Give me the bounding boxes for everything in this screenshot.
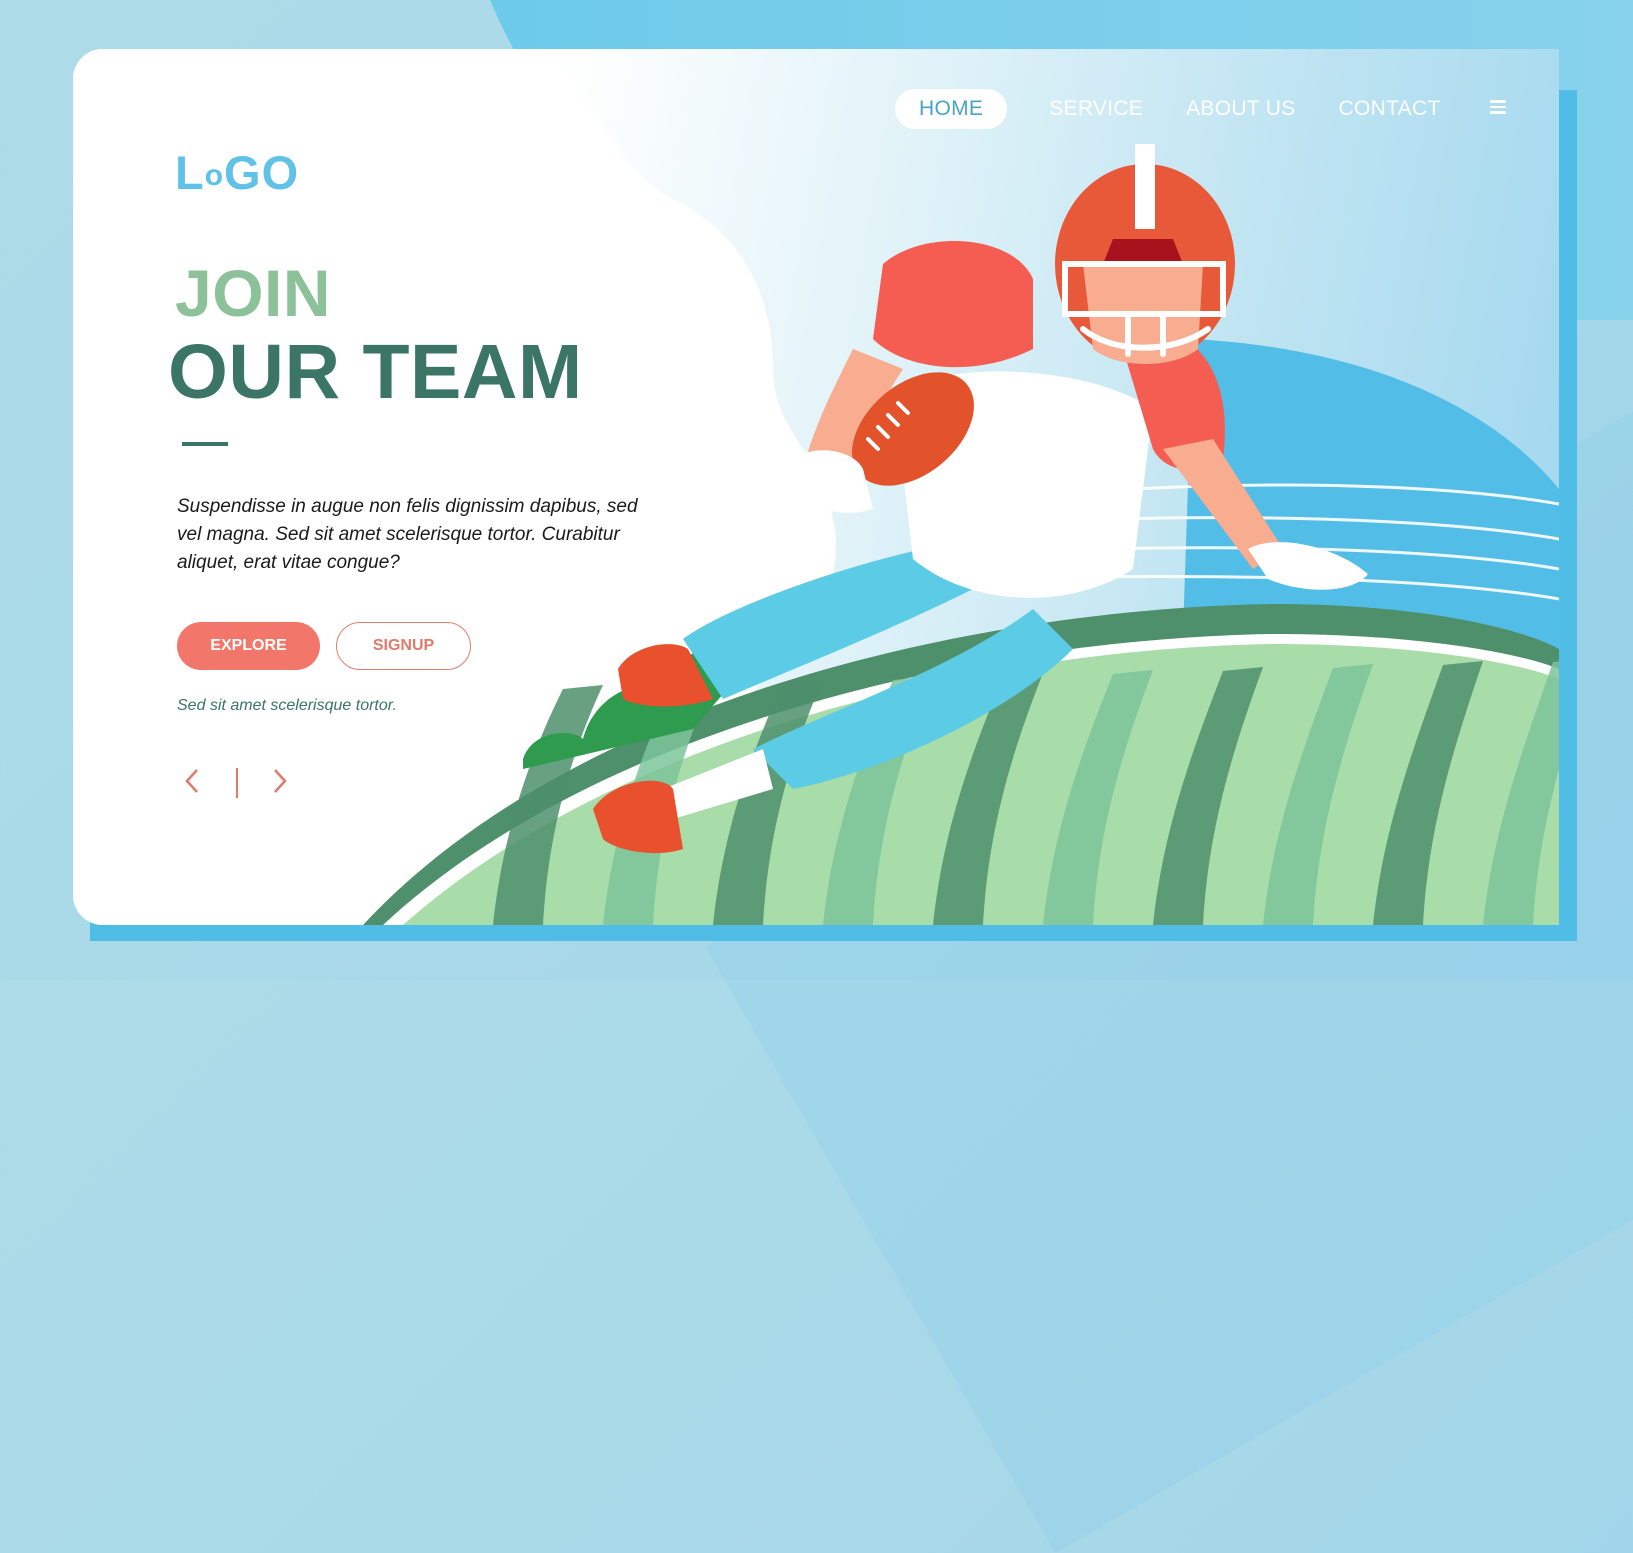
- logo-text: L: [175, 146, 205, 199]
- nav-about-us[interactable]: ABOUT US: [1186, 97, 1295, 121]
- pager-separator: [236, 768, 238, 798]
- hamburger-menu-icon[interactable]: [1490, 100, 1506, 114]
- hero-card: LoGO JOIN OUR TEAM Suspendisse in augue …: [73, 49, 1559, 925]
- explore-button[interactable]: EXPLORE: [177, 622, 320, 670]
- signup-button[interactable]: SIGNUP: [336, 622, 471, 670]
- logo[interactable]: LoGO: [175, 145, 299, 200]
- nav-service[interactable]: SERVICE: [1049, 97, 1143, 121]
- nav-home[interactable]: HOME: [895, 89, 1008, 129]
- headline-line-1: JOIN: [175, 256, 332, 330]
- main-nav: HOME SERVICE ABOUT US CONTACT: [895, 89, 1484, 129]
- chevron-right-icon[interactable]: [271, 766, 289, 796]
- headline-divider: [182, 442, 228, 446]
- slider-pager: [183, 766, 293, 800]
- nav-contact[interactable]: CONTACT: [1339, 97, 1441, 121]
- headline-line-2: OUR TEAM: [168, 329, 583, 415]
- hero-body-text: Suspendisse in augue non felis dignissim…: [177, 496, 638, 573]
- chevron-left-icon[interactable]: [183, 766, 201, 796]
- logo-text-small: o: [204, 158, 225, 192]
- helmet-stripe: [1135, 144, 1155, 229]
- logo-text: GO: [224, 146, 300, 199]
- hero-tagline: Sed sit amet scelerisque tortor.: [177, 697, 397, 714]
- helmet-visor-top: [1103, 239, 1183, 264]
- player-shoulder-left: [873, 241, 1033, 368]
